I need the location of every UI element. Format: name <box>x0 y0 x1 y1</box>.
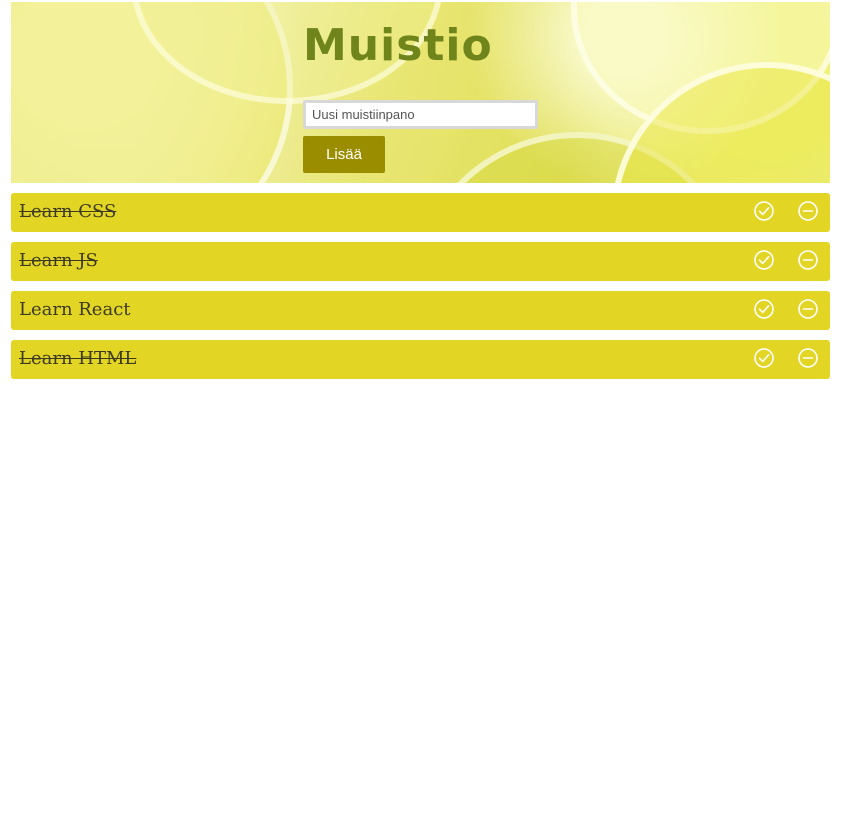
complete-button[interactable] <box>753 249 775 271</box>
todo-list: Learn CSS Learn JS Learn React Learn HTM… <box>11 193 830 389</box>
todo-item: Learn React <box>11 291 830 330</box>
minus-circle-icon <box>798 299 818 319</box>
delete-button[interactable] <box>797 200 819 222</box>
delete-button[interactable] <box>797 347 819 369</box>
minus-circle-icon <box>798 348 818 368</box>
minus-circle-icon <box>798 250 818 270</box>
check-circle-icon <box>754 250 774 270</box>
todo-text: Learn HTML <box>19 348 137 369</box>
delete-button[interactable] <box>797 249 819 271</box>
check-circle-icon <box>754 299 774 319</box>
todo-item: Learn CSS <box>11 193 830 232</box>
todo-text: Learn JS <box>19 250 98 271</box>
todo-item: Learn HTML <box>11 340 830 379</box>
check-circle-icon <box>754 348 774 368</box>
delete-button[interactable] <box>797 298 819 320</box>
add-button[interactable]: Lisää <box>303 136 385 173</box>
todo-text: Learn CSS <box>19 201 117 222</box>
check-circle-icon <box>754 201 774 221</box>
todo-item: Learn JS <box>11 242 830 281</box>
new-note-input[interactable] <box>303 100 538 129</box>
minus-circle-icon <box>798 201 818 221</box>
todo-text: Learn React <box>19 299 131 320</box>
complete-button[interactable] <box>753 298 775 320</box>
app-title: Muistio <box>303 20 493 71</box>
complete-button[interactable] <box>753 200 775 222</box>
complete-button[interactable] <box>753 347 775 369</box>
